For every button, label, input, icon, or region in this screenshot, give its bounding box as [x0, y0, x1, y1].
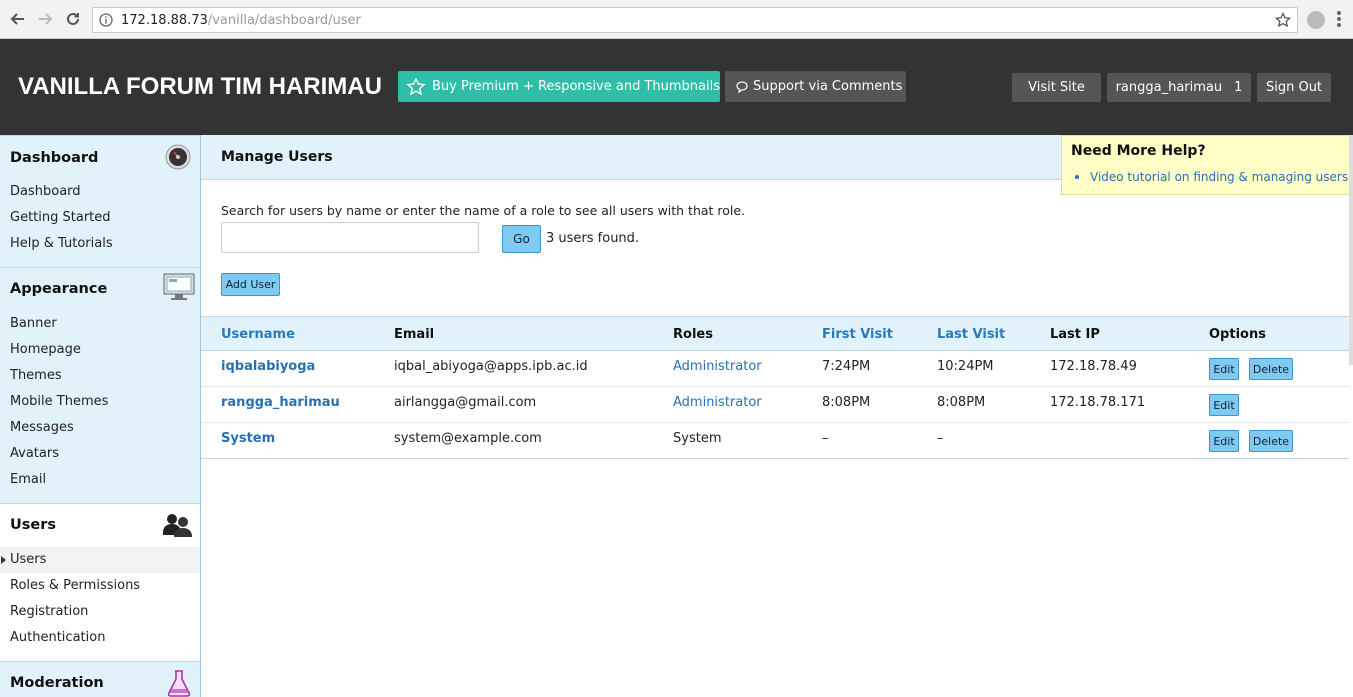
sidebar-item-getting-started[interactable]: Getting Started [10, 210, 111, 225]
browser-menu-icon[interactable] [1336, 11, 1342, 29]
column-header-email: Email [394, 327, 435, 342]
row-last-visit: 10:24PM [937, 359, 994, 374]
sidebar: Dashboard Dashboard Getting Started Help… [0, 135, 201, 697]
sidebar-item-homepage[interactable]: Homepage [10, 342, 81, 357]
app-root: 172.18.88.73/vanilla/dashboard/user VANI… [0, 0, 1353, 697]
edit-button[interactable]: Edit [1209, 430, 1239, 452]
help-box: Need More Help? Video tutorial on findin… [1061, 135, 1353, 195]
sidebar-heading-users[interactable]: Users [10, 517, 56, 533]
table-row: System system@example.com System – – Edi… [201, 423, 1349, 459]
url-text: 172.18.88.73/vanilla/dashboard/user [121, 13, 361, 28]
column-header-last-visit[interactable]: Last Visit [937, 327, 1005, 342]
row-email: system@example.com [394, 431, 542, 446]
sidebar-section-dashboard: Dashboard Dashboard Getting Started Help… [0, 135, 200, 267]
dashboard-gauge-icon [165, 144, 191, 170]
sidebar-item-dashboard[interactable]: Dashboard [10, 184, 81, 199]
users-found-count: 3 users found. [546, 231, 640, 246]
buy-premium-button[interactable]: Buy Premium + Responsive and Thumbnails [398, 71, 720, 102]
sidebar-item-themes[interactable]: Themes [10, 368, 62, 383]
sidebar-item-authentication[interactable]: Authentication [10, 630, 105, 645]
sign-out-button[interactable]: Sign Out [1257, 73, 1331, 102]
notification-count: 1 [1234, 80, 1243, 95]
row-last-visit: – [937, 431, 944, 446]
go-button[interactable]: Go [502, 225, 541, 253]
extension-icon[interactable] [1307, 11, 1325, 29]
row-username-link[interactable]: System [221, 431, 275, 446]
sidebar-item-avatars[interactable]: Avatars [10, 446, 59, 461]
row-last-visit: 8:08PM [937, 395, 986, 410]
sidebar-item-email[interactable]: Email [10, 472, 46, 487]
row-first-visit: 8:08PM [822, 395, 871, 410]
column-header-options: Options [1209, 327, 1266, 342]
monitor-icon [163, 273, 195, 300]
address-bar[interactable]: 172.18.88.73/vanilla/dashboard/user [92, 7, 1298, 33]
site-title[interactable]: VANILLA FORUM TIM HARIMAU [18, 73, 382, 101]
search-description: Search for users by name or enter the na… [221, 203, 746, 218]
star-icon [406, 76, 426, 95]
row-username-link[interactable]: rangga_harimau [221, 395, 340, 410]
sidebar-item-registration[interactable]: Registration [10, 604, 88, 619]
buy-premium-label: Buy Premium + Responsive and Thumbnails [432, 79, 720, 94]
flask-icon [167, 670, 191, 697]
back-icon[interactable] [8, 9, 28, 29]
sidebar-heading-dashboard[interactable]: Dashboard [10, 150, 98, 166]
sidebar-heading-appearance[interactable]: Appearance [10, 281, 107, 297]
column-header-roles: Roles [673, 327, 713, 342]
edit-button[interactable]: Edit [1209, 394, 1239, 416]
info-icon[interactable] [99, 13, 113, 27]
forward-icon[interactable] [35, 9, 55, 29]
active-arrow-icon [1, 556, 6, 564]
column-header-username[interactable]: Username [221, 327, 295, 342]
row-last-ip: 172.18.78.171 [1050, 395, 1146, 410]
column-header-last-ip: Last IP [1050, 327, 1100, 342]
user-menu-button[interactable]: rangga_harimau 1 [1107, 73, 1251, 102]
delete-button[interactable]: Delete [1249, 358, 1293, 380]
sidebar-item-help-tutorials[interactable]: Help & Tutorials [10, 236, 113, 251]
column-header-first-visit[interactable]: First Visit [822, 327, 893, 342]
sidebar-item-users[interactable]: Users [10, 552, 46, 567]
users-icon [163, 514, 192, 537]
sidebar-section-moderation: Moderation [0, 661, 200, 697]
row-last-ip: 172.18.78.49 [1050, 359, 1137, 374]
row-role-link[interactable]: Administrator [673, 359, 762, 374]
row-first-visit: – [822, 431, 829, 446]
support-label: Support via Comments [753, 79, 903, 94]
browser-toolbar: 172.18.88.73/vanilla/dashboard/user [0, 0, 1353, 39]
sidebar-item-mobile-themes[interactable]: Mobile Themes [10, 394, 108, 409]
sidebar-item-banner[interactable]: Banner [10, 316, 57, 331]
page-title: Manage Users [221, 149, 333, 165]
table-row: rangga_harimau airlangga@gmail.com Admin… [201, 387, 1349, 423]
bookmark-star-icon[interactable] [1275, 12, 1291, 28]
row-username-link[interactable]: iqbalabiyoga [221, 359, 315, 374]
row-email: iqbal_abiyoga@apps.ipb.ac.id [394, 359, 588, 374]
username-label: rangga_harimau [1115, 80, 1223, 95]
row-role: System [673, 431, 722, 446]
visit-site-button[interactable]: Visit Site [1012, 73, 1101, 102]
sidebar-section-users: Users Users Roles & Permissions Registra… [0, 503, 200, 661]
sidebar-section-appearance: Appearance Banner Homepage Themes Mobile… [0, 267, 200, 503]
sidebar-item-messages[interactable]: Messages [10, 420, 74, 435]
delete-button[interactable]: Delete [1249, 430, 1293, 452]
user-search-input[interactable] [221, 222, 479, 253]
users-table-header: Username Email Roles First Visit Last Vi… [201, 316, 1349, 351]
support-button[interactable]: Support via Comments [725, 71, 906, 102]
row-email: airlangga@gmail.com [394, 395, 537, 410]
help-bullet [1075, 175, 1079, 179]
row-role-link[interactable]: Administrator [673, 395, 762, 410]
comment-icon [736, 80, 748, 93]
table-row: iqbalabiyoga iqbal_abiyoga@apps.ipb.ac.i… [201, 351, 1349, 387]
sidebar-item-roles-permissions[interactable]: Roles & Permissions [10, 578, 140, 593]
help-title: Need More Help? [1071, 143, 1206, 159]
page-scrollbar[interactable] [1349, 135, 1353, 365]
sidebar-heading-moderation[interactable]: Moderation [10, 675, 104, 691]
site-header: VANILLA FORUM TIM HARIMAU Buy Premium + … [0, 39, 1353, 135]
add-user-button[interactable]: Add User [221, 273, 280, 296]
edit-button[interactable]: Edit [1209, 358, 1239, 380]
help-video-link[interactable]: Video tutorial on finding & managing use… [1090, 170, 1348, 184]
row-first-visit: 7:24PM [822, 359, 871, 374]
reload-icon[interactable] [63, 9, 83, 29]
